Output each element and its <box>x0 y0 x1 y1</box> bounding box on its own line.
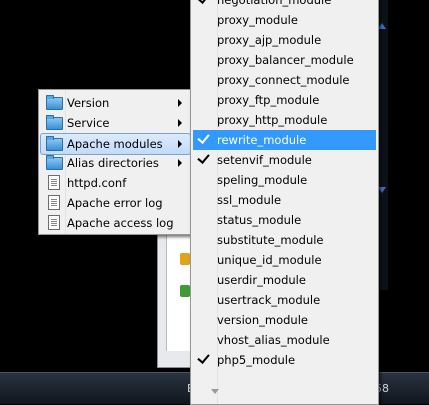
submenu-arrow-icon <box>178 140 182 148</box>
apache-modules-submenu: negotiation_module proxy_module proxy_ajp_… <box>190 0 379 405</box>
module-item-ssl-module[interactable]: ssl_module <box>193 190 376 210</box>
scroll-down-icon[interactable] <box>378 187 386 193</box>
module-item-version-module[interactable]: version_module <box>193 310 376 330</box>
folder-icon <box>46 155 63 170</box>
module-item-label: negotiation_module <box>217 0 332 7</box>
menu-item-label: Version <box>67 96 110 110</box>
module-item-proxy-ftp-module[interactable]: proxy_ftp_module <box>193 90 376 110</box>
document-icon <box>48 175 60 190</box>
module-item-substitute-module[interactable]: substitute_module <box>193 230 376 250</box>
module-item-label: version_module <box>217 313 308 327</box>
module-item-unique-id-module[interactable]: unique_id_module <box>193 250 376 270</box>
menu-item-label: Apache access log <box>67 216 174 230</box>
folder-icon <box>46 95 63 110</box>
module-item-usertrack-module[interactable]: usertrack_module <box>193 290 376 310</box>
module-item-label: proxy_connect_module <box>217 73 350 87</box>
module-item-label: proxy_http_module <box>217 113 328 127</box>
module-item-rewrite-module[interactable]: rewrite_module <box>193 130 376 150</box>
module-item-label: userdir_module <box>217 273 306 287</box>
checkmark-icon <box>197 0 210 4</box>
menu-item-alias-directories[interactable]: Alias directories <box>41 153 190 173</box>
checkmark-icon <box>197 131 210 144</box>
module-item-label: usertrack_module <box>217 293 321 307</box>
module-item-proxy-connect-module[interactable]: proxy_connect_module <box>193 70 376 90</box>
submenu-arrow-icon <box>178 99 182 107</box>
menu-item-label: Alias directories <box>67 156 159 170</box>
module-item-proxy-http-module[interactable]: proxy_http_module <box>193 110 376 130</box>
menu-item-version[interactable]: Version <box>41 93 190 113</box>
module-item-label: proxy_ajp_module <box>217 33 322 47</box>
folder-icon <box>46 136 63 151</box>
folder-icon <box>46 115 63 130</box>
module-item-speling-module[interactable]: speling_module <box>193 170 376 190</box>
checkmark-icon <box>197 351 210 364</box>
menu-item-label: httpd.conf <box>67 176 127 190</box>
module-item-label: setenvif_module <box>217 153 312 167</box>
menu-item-service[interactable]: Service <box>41 113 190 133</box>
lock-icon <box>180 285 190 297</box>
menu-item-label: Apache error log <box>67 196 163 210</box>
submenu-arrow-icon <box>178 159 182 167</box>
chevron-down-icon[interactable] <box>211 389 219 394</box>
module-item-label: php5_module <box>217 353 296 367</box>
module-item-label: proxy_ftp_module <box>217 93 320 107</box>
module-item-proxy-ajp-module[interactable]: proxy_ajp_module <box>193 30 376 50</box>
module-item-status-module[interactable]: status_module <box>193 210 376 230</box>
module-item-label: proxy_balancer_module <box>217 53 354 67</box>
module-item-php5-module[interactable]: php5_module <box>193 350 376 370</box>
checkmark-icon <box>197 151 210 164</box>
module-item-setenvif-module[interactable]: setenvif_module <box>193 150 376 170</box>
module-item-label: ssl_module <box>217 193 282 207</box>
submenu-arrow-icon <box>178 119 182 127</box>
menu-item-apache-error-log[interactable]: Apache error log <box>41 193 190 213</box>
document-icon <box>48 215 60 230</box>
module-item-label: speling_module <box>217 173 308 187</box>
context-menu: Version Service Apache modules Alias direct… <box>38 89 195 235</box>
module-item-label: unique_id_module <box>217 253 322 267</box>
module-item-negotiation-module[interactable]: negotiation_module <box>193 0 376 10</box>
key-icon <box>180 253 190 265</box>
document-icon <box>48 195 60 210</box>
menu-item-label: Service <box>67 116 110 130</box>
module-item-label: status_module <box>217 213 302 227</box>
menu-item-label: Apache modules <box>67 137 163 151</box>
module-item-label: vhost_alias_module <box>217 333 330 347</box>
module-item-vhost-alias-module[interactable]: vhost_alias_module <box>193 330 376 350</box>
background-window <box>157 232 193 368</box>
menu-item-apache-modules[interactable]: Apache modules <box>40 133 191 155</box>
menu-item-httpd-conf[interactable]: httpd.conf <box>41 173 190 193</box>
module-item-userdir-module[interactable]: userdir_module <box>193 270 376 290</box>
scroll-up-icon[interactable] <box>378 23 386 29</box>
module-item-label: proxy_module <box>217 13 298 27</box>
module-item-label: rewrite_module <box>217 133 307 147</box>
module-item-label: substitute_module <box>217 233 324 247</box>
module-item-proxy-module[interactable]: proxy_module <box>193 10 376 30</box>
module-item-proxy-balancer-module[interactable]: proxy_balancer_module <box>193 50 376 70</box>
menu-item-apache-access-log[interactable]: Apache access log <box>41 213 190 233</box>
